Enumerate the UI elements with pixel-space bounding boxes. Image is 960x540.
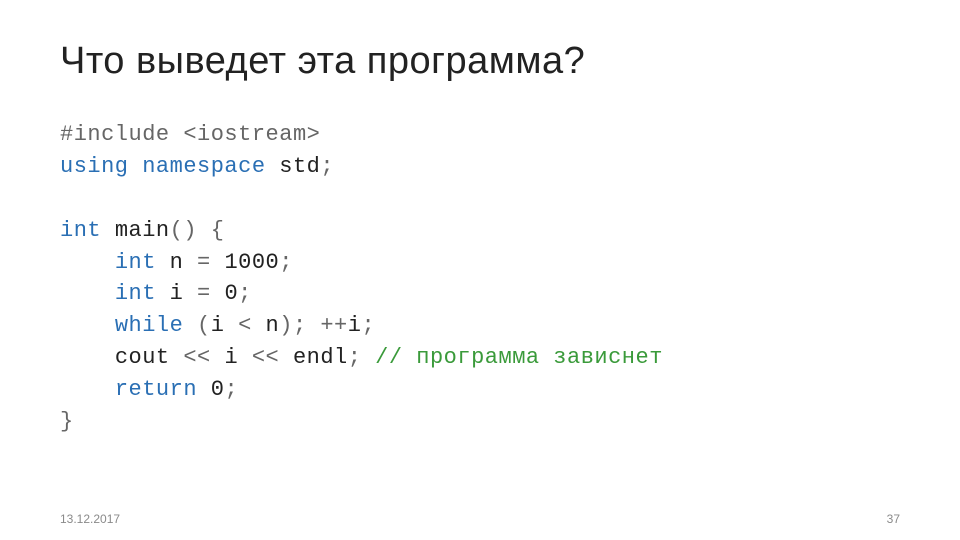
code-token: int xyxy=(115,281,156,306)
code-token: #include xyxy=(60,122,170,147)
code-token: ; xyxy=(279,250,293,275)
code-token: n xyxy=(266,313,280,338)
code-token: 1000 xyxy=(224,250,279,275)
code-token: <iostream> xyxy=(183,122,320,147)
code-token: < xyxy=(238,313,252,338)
code-token: ); ++ xyxy=(279,313,348,338)
code-token: ; xyxy=(361,313,375,338)
code-token: while xyxy=(115,313,184,338)
code-token: ; xyxy=(348,345,362,370)
code-token: << xyxy=(183,345,210,370)
code-token: i xyxy=(348,313,362,338)
code-token: main xyxy=(115,218,170,243)
code-block: #include <iostream> using namespace std;… xyxy=(60,119,900,438)
code-token: << xyxy=(252,345,279,370)
code-token: } xyxy=(60,409,74,434)
code-token: 0 xyxy=(211,377,225,402)
code-comment: // программа зависнет xyxy=(375,345,663,370)
code-token: namespace xyxy=(142,154,265,179)
code-token: i xyxy=(211,313,225,338)
code-token: int xyxy=(60,218,101,243)
code-indent xyxy=(60,377,115,402)
code-token: () { xyxy=(170,218,225,243)
code-token: n xyxy=(170,250,184,275)
code-indent xyxy=(60,250,115,275)
code-token: using xyxy=(60,154,129,179)
code-token: i xyxy=(224,345,238,370)
code-token: ; xyxy=(224,377,238,402)
code-token: ; xyxy=(238,281,252,306)
code-token: ( xyxy=(197,313,211,338)
code-token: = xyxy=(197,250,211,275)
slide-footer: 13.12.2017 37 xyxy=(60,512,900,526)
code-token: cout xyxy=(115,345,170,370)
slide-title: Что выведет эта программа? xyxy=(60,40,900,83)
slide-page-number: 37 xyxy=(887,512,900,526)
code-token: int xyxy=(115,250,156,275)
code-token: std xyxy=(279,154,320,179)
code-token: 0 xyxy=(224,281,238,306)
code-indent xyxy=(60,313,115,338)
slide: Что выведет эта программа? #include <ios… xyxy=(0,0,960,540)
code-token: ; xyxy=(320,154,334,179)
slide-date: 13.12.2017 xyxy=(60,512,120,526)
code-token: i xyxy=(170,281,184,306)
code-token: return xyxy=(115,377,197,402)
code-token: endl xyxy=(293,345,348,370)
code-token: = xyxy=(197,281,211,306)
code-indent xyxy=(60,345,115,370)
code-indent xyxy=(60,281,115,306)
